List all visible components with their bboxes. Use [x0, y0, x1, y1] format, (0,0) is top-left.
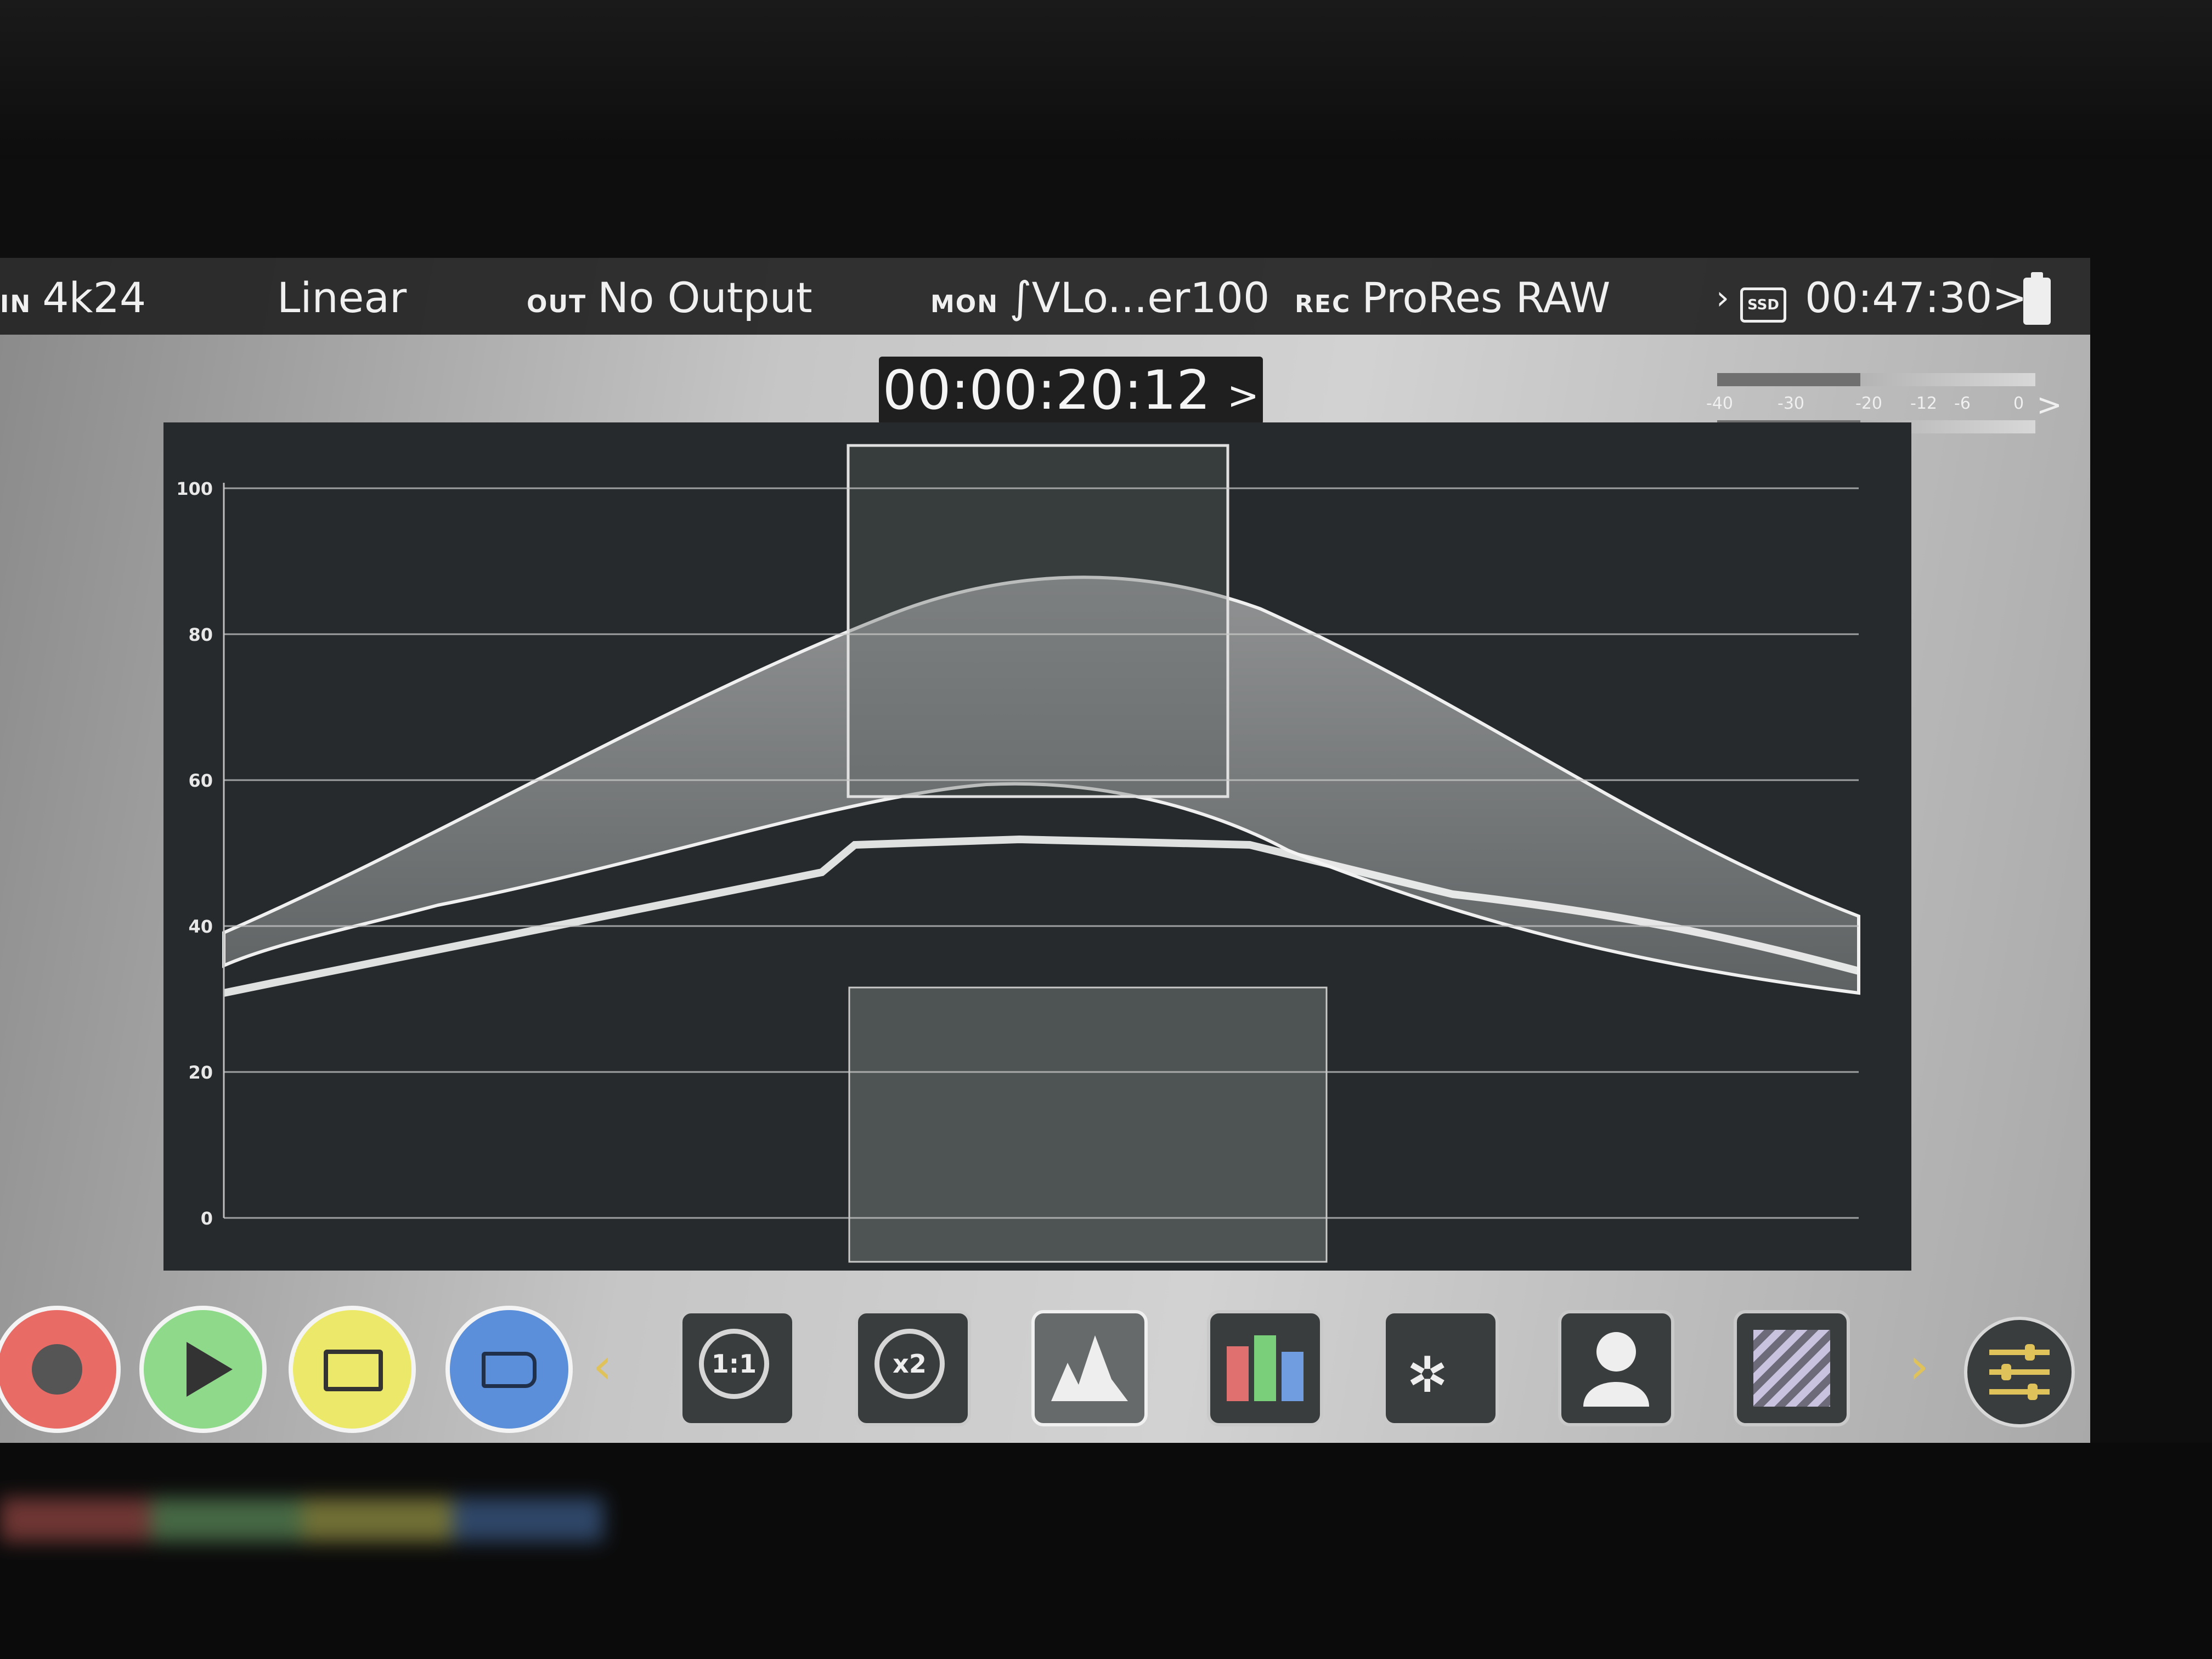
meter-tick: -6	[1954, 394, 1971, 413]
zoom-x2-button[interactable]: x2	[855, 1310, 971, 1426]
zoom-1to1-button[interactable]: 1:1	[679, 1310, 795, 1426]
timecode-chevron-icon: >	[1227, 373, 1260, 418]
tag-button[interactable]	[450, 1310, 568, 1429]
record-format-status[interactable]: REC ProRes RAW	[1295, 273, 1610, 329]
remaining-chevron-icon: >	[1992, 273, 2028, 322]
record-icon	[32, 1344, 82, 1395]
meter-tick: -12	[1910, 394, 1937, 413]
toolbar-next-arrow[interactable]: ›	[1909, 1338, 1929, 1395]
settings-button[interactable]	[1964, 1317, 2075, 1427]
false-color-icon	[1583, 1332, 1649, 1407]
waveform-scope: 100 80 60 40 20 0	[163, 422, 1911, 1271]
rgb-parade-button[interactable]	[1207, 1310, 1323, 1426]
waveform-highlight-box	[847, 444, 1229, 798]
audio-chevron-icon[interactable]: >	[2036, 387, 2062, 423]
mode-status[interactable]: Linear	[277, 273, 407, 323]
waveform-center-block	[848, 986, 1328, 1263]
lut-name: VLo...er100	[1031, 273, 1270, 322]
lut-curve-icon: ∫	[1009, 273, 1032, 323]
battery-icon	[2023, 272, 2051, 325]
graticule-label: 40	[188, 916, 213, 937]
toolbar-prev-arrow[interactable]: ‹	[592, 1338, 612, 1395]
graticule-label: 60	[188, 770, 213, 791]
status-bar: IN 4k24 Linear OUT No Output MON ∫VLo...er1…	[0, 258, 2090, 335]
vectorscope-icon: ✲	[1407, 1346, 1448, 1404]
waveform-icon	[1051, 1335, 1128, 1401]
graticule-label: 0	[201, 1208, 213, 1229]
device-bezel-top	[0, 0, 2212, 159]
waveform-graph: 100 80 60 40 20 0	[176, 444, 1860, 1263]
meter-tick: -40	[1706, 394, 1733, 413]
zoom-x2-icon: x2	[874, 1329, 945, 1399]
zebra-button[interactable]	[1734, 1310, 1850, 1426]
play-button[interactable]	[144, 1310, 262, 1429]
record-button[interactable]	[0, 1310, 116, 1429]
sliders-icon	[1989, 1344, 2050, 1400]
input-status[interactable]: IN 4k24	[0, 273, 146, 329]
monitor-mode-button[interactable]	[293, 1310, 411, 1429]
play-icon	[187, 1342, 233, 1397]
monitor-lut-status[interactable]: MON ∫VLo...er100	[930, 273, 1269, 329]
bezel-reflection	[0, 1498, 603, 1542]
zebra-icon	[1753, 1330, 1830, 1407]
zoom-1to1-icon: 1:1	[699, 1329, 769, 1399]
input-format: 4k24	[42, 273, 146, 322]
output-value: No Output	[597, 273, 812, 322]
audio-meter-bar-top	[1717, 373, 2035, 386]
rgb-parade-icon	[1227, 1335, 1304, 1401]
media-chevron-icon: ›	[1716, 279, 1729, 317]
device-bezel-bottom	[0, 1443, 2212, 1659]
meter-tick: -20	[1855, 394, 1882, 413]
tag-icon	[482, 1352, 537, 1388]
audio-meter-scale: -40 -30 -20 -12 -6 0	[1706, 394, 2035, 416]
meter-tick: 0	[2013, 394, 2024, 413]
vectorscope-button[interactable]: ✲	[1383, 1310, 1499, 1426]
meter-tick: -30	[1778, 394, 1804, 413]
monitor-screen: IN 4k24 Linear OUT No Output MON ∫VLo...er1…	[0, 258, 2090, 1443]
record-codec: ProRes RAW	[1362, 273, 1611, 322]
output-status[interactable]: OUT No Output	[527, 273, 812, 329]
graticule-label: 80	[188, 624, 213, 645]
waveform-button[interactable]	[1031, 1310, 1148, 1426]
graticule-label: 20	[188, 1062, 213, 1083]
remaining-time[interactable]: 00:47:30>	[1805, 273, 2027, 323]
ssd-icon: SSD	[1740, 287, 1786, 323]
timecode-display[interactable]: 00:00:20:12 >	[879, 357, 1263, 425]
graticule-label: 100	[176, 478, 213, 499]
timecode-value: 00:00:20:12	[882, 359, 1211, 422]
false-color-button[interactable]	[1558, 1310, 1674, 1426]
monitor-icon	[324, 1350, 383, 1391]
